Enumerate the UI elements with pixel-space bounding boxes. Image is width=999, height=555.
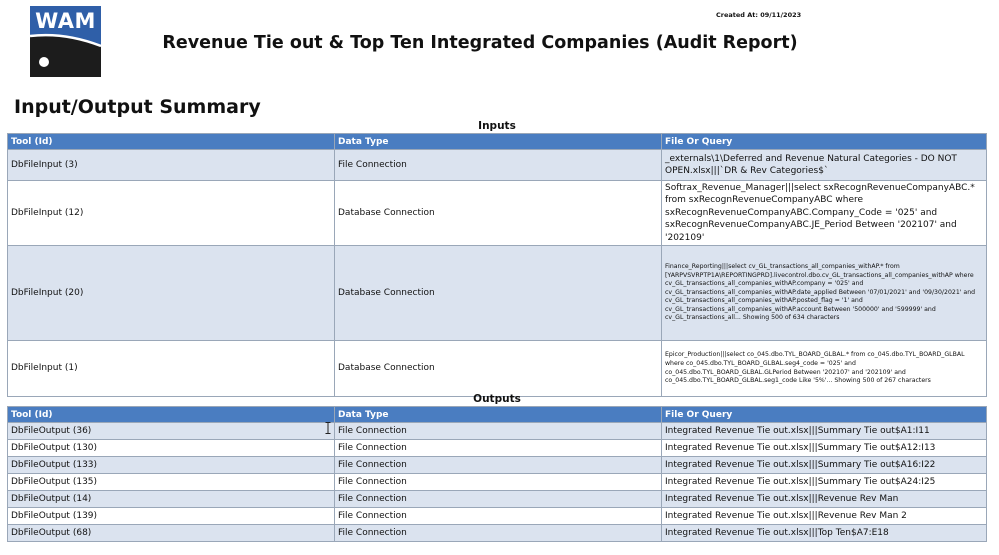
table-row: DbFileInput (3) File Connection _externa… — [7, 149, 987, 181]
logo-text: WAM — [35, 9, 96, 33]
type-cell: Database Connection — [334, 179, 662, 247]
outputs-table: Tool (Id) Data Type File Or Query DbFile… — [7, 406, 987, 542]
type-cell: File Connection — [334, 149, 662, 181]
type-cell: File Connection — [334, 490, 662, 508]
query-cell: Integrated Revenue Tie out.xlsx|||Summar… — [661, 439, 987, 457]
type-cell: Database Connection — [334, 340, 662, 398]
table-row: DbFileOutput (68) File Connection Integr… — [7, 524, 987, 542]
tool-cell: DbFileOutput (14) — [7, 490, 335, 508]
query-cell: Integrated Revenue Tie out.xlsx|||Revenu… — [661, 490, 987, 508]
column-header-tool: Tool (Id) — [7, 406, 335, 423]
query-cell: _externals\1\Deferred and Revenue Natura… — [661, 149, 987, 181]
table-row: DbFileInput (12) Database Connection Sof… — [7, 179, 987, 247]
column-header-query: File Or Query — [661, 133, 987, 150]
column-header-tool: Tool (Id) — [7, 133, 335, 150]
inputs-header-row: Tool (Id) Data Type File Or Query — [7, 133, 987, 150]
table-row: DbFileInput (20) Database Connection Fin… — [7, 245, 987, 342]
tool-cell: DbFileInput (12) — [7, 179, 335, 247]
tool-cell: DbFileInput (20) — [7, 245, 335, 342]
wam-logo: WAM — [30, 6, 101, 77]
table-row: DbFileOutput (139) File Connection Integ… — [7, 507, 987, 525]
table-row: DbFileOutput (135) File Connection Integ… — [7, 473, 987, 491]
query-cell: Finance_Reporting|||select cv_GL_transac… — [661, 245, 987, 342]
type-cell: File Connection — [334, 422, 662, 440]
tool-cell: DbFileOutput (139) — [7, 507, 335, 525]
created-at: Created At: 09/11/2023 — [716, 11, 802, 19]
type-cell: File Connection — [334, 439, 662, 457]
tool-cell: DbFileOutput (130) — [7, 439, 335, 457]
table-row: DbFileOutput (14) File Connection Integr… — [7, 490, 987, 508]
query-cell: Integrated Revenue Tie out.xlsx|||Summar… — [661, 473, 987, 491]
column-header-query: File Or Query — [661, 406, 987, 423]
inputs-table: Tool (Id) Data Type File Or Query DbFile… — [7, 133, 987, 398]
column-header-type: Data Type — [334, 406, 662, 423]
query-cell: Integrated Revenue Tie out.xlsx|||Summar… — [661, 422, 987, 440]
report-title: Revenue Tie out & Top Ten Integrated Com… — [162, 33, 798, 53]
table-row: DbFileOutput (36) File Connection Integr… — [7, 422, 987, 440]
type-cell: Database Connection — [334, 245, 662, 342]
inputs-caption: Inputs — [478, 120, 516, 132]
column-header-type: Data Type — [334, 133, 662, 150]
type-cell: File Connection — [334, 507, 662, 525]
tool-cell: DbFileOutput (135) — [7, 473, 335, 491]
tool-cell: DbFileOutput (36) — [7, 422, 335, 440]
tool-cell: DbFileInput (3) — [7, 149, 335, 181]
type-cell: File Connection — [334, 473, 662, 491]
text-cursor-icon — [325, 422, 331, 434]
tool-cell: DbFileInput (1) — [7, 340, 335, 398]
query-cell: Integrated Revenue Tie out.xlsx|||Revenu… — [661, 507, 987, 525]
query-cell: Softrax_Revenue_Manager|||select sxRecog… — [661, 179, 987, 247]
query-cell: Integrated Revenue Tie out.xlsx|||Top Te… — [661, 524, 987, 542]
table-row: DbFileOutput (133) File Connection Integ… — [7, 456, 987, 474]
type-cell: File Connection — [334, 524, 662, 542]
type-cell: File Connection — [334, 456, 662, 474]
table-row: DbFileOutput (130) File Connection Integ… — [7, 439, 987, 457]
outputs-header-row: Tool (Id) Data Type File Or Query — [7, 406, 987, 423]
query-cell: Integrated Revenue Tie out.xlsx|||Summar… — [661, 456, 987, 474]
section-title: Input/Output Summary — [14, 96, 261, 118]
tool-cell: DbFileOutput (68) — [7, 524, 335, 542]
table-row: DbFileInput (1) Database Connection Epic… — [7, 340, 987, 398]
outputs-caption: Outputs — [473, 393, 521, 405]
query-cell: Epicor_Production|||select co_045.dbo.TY… — [661, 340, 987, 398]
tool-cell: DbFileOutput (133) — [7, 456, 335, 474]
